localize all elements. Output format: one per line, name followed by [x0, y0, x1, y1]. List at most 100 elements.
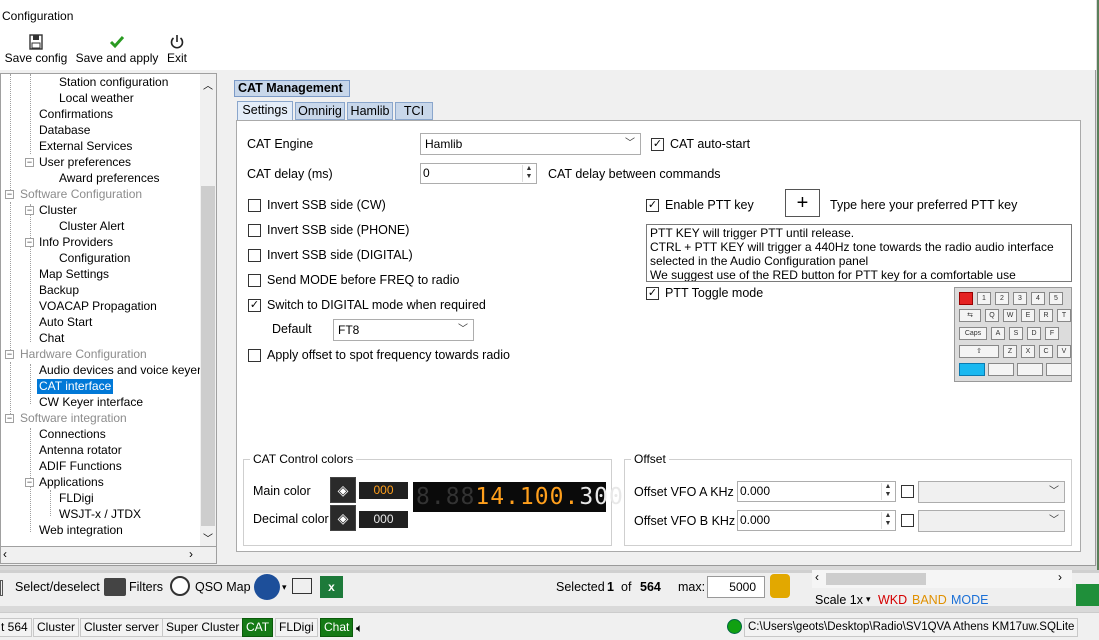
tree-item-cluster[interactable]: Cluster	[39, 203, 77, 218]
tree-item-map-settings[interactable]: Map Settings	[39, 267, 109, 282]
invert-ssb-digital-checkbox[interactable]	[248, 249, 261, 262]
scroll-up-icon[interactable]: ︿	[203, 77, 213, 92]
paint-bucket-icon[interactable]: ◈	[330, 505, 356, 531]
dropdown-arrow-icon[interactable]: ▾	[282, 582, 287, 593]
qso-map-button[interactable]: QSO Map	[195, 580, 251, 594]
map-scale[interactable]: Scale 1x	[815, 593, 863, 607]
max-input[interactable]: 5000	[707, 576, 765, 598]
save-config-button[interactable]: Save config	[4, 33, 68, 65]
collapse-toggle[interactable]: −	[5, 414, 14, 423]
select-checkbox-icon[interactable]	[0, 580, 3, 596]
status-cluster-server[interactable]: Cluster server	[80, 618, 163, 637]
tree-group-software-configuration[interactable]: Software Configuration	[20, 187, 142, 202]
tree-vertical-scrollbar[interactable]: ︿ ﹀	[200, 74, 216, 546]
tree-item-cat-interface[interactable]: CAT interface	[37, 379, 114, 394]
tab-settings[interactable]: Settings	[237, 101, 293, 122]
collapse-toggle[interactable]: −	[5, 350, 14, 359]
status-fldigi[interactable]: FLDigi	[275, 618, 318, 637]
tree-item-chat[interactable]: Chat	[39, 331, 64, 346]
invert-ssb-phone-checkbox[interactable]	[248, 224, 261, 237]
tree-item-audio-devices[interactable]: Audio devices and voice keyer	[39, 363, 201, 378]
scroll-down-icon[interactable]: ﹀	[203, 530, 213, 545]
tab-tci[interactable]: TCI	[395, 102, 433, 120]
cat-engine-select[interactable]: Hamlib ﹀	[420, 133, 641, 155]
collapse-toggle[interactable]: −	[25, 238, 34, 247]
tree-item-cw-keyer-interface[interactable]: CW Keyer interface	[39, 395, 143, 410]
tree-item-database[interactable]: Database	[39, 123, 90, 138]
spin-buttons[interactable]: ▲ ▼	[522, 165, 535, 182]
tree-horizontal-scrollbar[interactable]: ‹ ›	[0, 547, 217, 564]
spin-buttons[interactable]: ▲ ▼	[881, 512, 894, 529]
tree-item-auto-start[interactable]: Auto Start	[39, 315, 92, 330]
tree-item-adif-functions[interactable]: ADIF Functions	[39, 459, 122, 474]
enable-ptt-checkbox[interactable]: ✓	[646, 199, 659, 212]
offset-vfo-a-input[interactable]: 0.000 ▲ ▼	[737, 481, 896, 502]
collapse-toggle[interactable]: −	[25, 478, 34, 487]
tree-item-station-configuration[interactable]: Station configuration	[59, 75, 168, 90]
collapse-toggle[interactable]: −	[25, 158, 34, 167]
tree-item-user-preferences[interactable]: User preferences	[39, 155, 131, 170]
tree-item-cluster-alert[interactable]: Cluster Alert	[59, 219, 124, 234]
lock-icon[interactable]	[770, 574, 790, 598]
status-cluster[interactable]: Cluster	[33, 618, 80, 637]
cat-autostart-checkbox[interactable]: ✓	[651, 138, 664, 151]
offset-vfo-a-select[interactable]: ﹀	[918, 481, 1065, 503]
paint-bucket-icon[interactable]: ◈	[330, 477, 356, 503]
collapse-toggle[interactable]: −	[5, 190, 14, 199]
dropdown-arrow-icon[interactable]: ▾	[866, 594, 871, 605]
offset-vfo-b-input[interactable]: 0.000 ▲ ▼	[737, 510, 896, 531]
select-deselect-button[interactable]: Select/deselect	[15, 580, 100, 594]
tree-item-local-weather[interactable]: Local weather	[59, 91, 134, 106]
switch-digital-checkbox[interactable]: ✓	[248, 299, 261, 312]
tree-item-award-preferences[interactable]: Award preferences	[59, 171, 160, 186]
tree-item-web-integration[interactable]: Web integration	[39, 523, 123, 538]
globe-icon[interactable]	[170, 576, 190, 596]
scroll-right-icon[interactable]: ›	[1058, 570, 1062, 584]
settings-tree[interactable]: Station configuration Local weather Conf…	[0, 73, 217, 547]
collapse-toggle[interactable]: −	[25, 206, 34, 215]
tree-item-wsjtx-jtdx[interactable]: WSJT-x / JTDX	[59, 507, 141, 522]
offset-vfo-b-select[interactable]: ﹀	[918, 510, 1065, 532]
tab-hamlib[interactable]: Hamlib	[347, 102, 393, 120]
tree-item-connections[interactable]: Connections	[39, 427, 106, 442]
excel-icon[interactable]: x	[320, 576, 343, 598]
tree-item-info-providers[interactable]: Info Providers	[39, 235, 113, 250]
filter-icon[interactable]	[104, 578, 126, 596]
tree-item-voacap-propagation[interactable]: VOACAP Propagation	[39, 299, 157, 314]
invert-ssb-cw-checkbox[interactable]	[248, 199, 261, 212]
tree-group-software-integration[interactable]: Software integration	[20, 411, 127, 426]
tree-item-external-services[interactable]: External Services	[39, 139, 132, 154]
cat-delay-input[interactable]: 0 ▲ ▼	[420, 163, 537, 184]
status-super-cluster[interactable]: Super Cluster	[162, 618, 244, 637]
send-mode-checkbox[interactable]	[248, 274, 261, 287]
offset-vfo-b-checkbox[interactable]	[901, 514, 914, 527]
side-panel-icon[interactable]	[1076, 584, 1099, 606]
tree-item-info-configuration[interactable]: Configuration	[59, 251, 130, 266]
map-scrollbar[interactable]: ‹ ›	[812, 570, 1072, 588]
earth-icon[interactable]	[254, 574, 280, 600]
tree-group-hardware-configuration[interactable]: Hardware Configuration	[20, 347, 147, 362]
scroll-right-icon[interactable]: ›	[189, 547, 193, 561]
scrollbar-thumb[interactable]	[826, 573, 926, 585]
status-cat[interactable]: CAT	[242, 618, 274, 637]
default-mode-select[interactable]: FT8 ﹀	[333, 319, 474, 341]
offset-vfo-a-checkbox[interactable]	[901, 485, 914, 498]
filters-button[interactable]: Filters	[129, 580, 163, 594]
ptt-key-input[interactable]: +	[785, 189, 820, 217]
tab-omnirig[interactable]: Omnirig	[295, 102, 345, 120]
tree-item-antenna-rotator[interactable]: Antenna rotator	[39, 443, 122, 458]
windows-icon[interactable]	[292, 578, 312, 594]
ptt-toggle-checkbox[interactable]: ✓	[646, 287, 659, 300]
tree-item-confirmations[interactable]: Confirmations	[39, 107, 113, 122]
spin-buttons[interactable]: ▲ ▼	[881, 483, 894, 500]
apply-offset-checkbox[interactable]	[248, 349, 261, 362]
scrollbar-thumb[interactable]	[201, 186, 215, 526]
speaker-icon[interactable]: 🔈︎	[356, 621, 363, 636]
tree-item-backup[interactable]: Backup	[39, 283, 79, 298]
tree-item-applications[interactable]: Applications	[39, 475, 104, 490]
scroll-left-icon[interactable]: ‹	[815, 570, 819, 584]
exit-button[interactable]: Exit	[164, 33, 190, 65]
status-chat[interactable]: Chat	[320, 618, 354, 637]
scroll-left-icon[interactable]: ‹	[3, 547, 7, 561]
tree-item-fldigi[interactable]: FLDigi	[59, 491, 94, 506]
